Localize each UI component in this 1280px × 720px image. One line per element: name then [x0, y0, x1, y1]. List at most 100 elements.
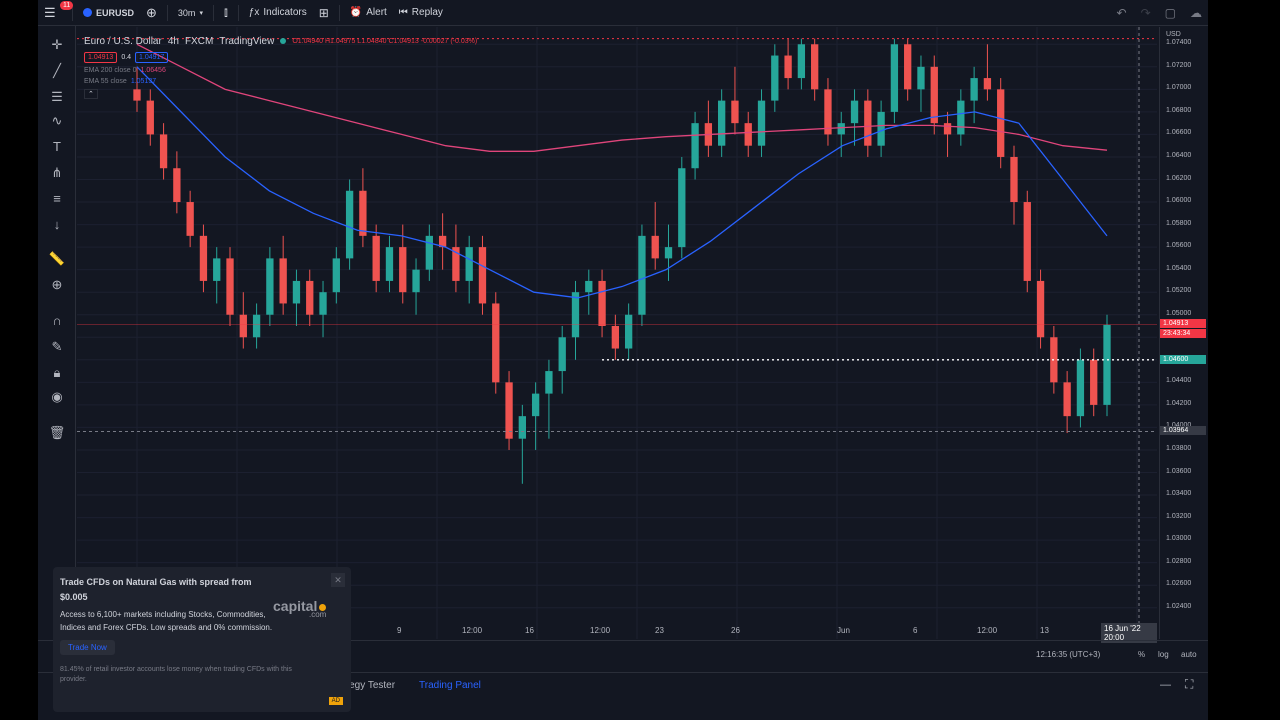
price-tick-label: 1.07400	[1166, 39, 1192, 47]
candle-body	[372, 235, 380, 281]
chart-type-button[interactable]: ⫾	[218, 0, 234, 26]
candle-body	[239, 314, 247, 338]
candle-body	[518, 416, 526, 439]
buy-button[interactable]: 1.04917	[135, 52, 169, 63]
candle-body	[890, 44, 899, 112]
price-tick-label: 1.02400	[1166, 602, 1192, 610]
candle-body	[664, 247, 673, 259]
lock-icon[interactable]: 🔒︎	[48, 364, 66, 382]
crosshair-price-tag: 1.03964	[1160, 426, 1206, 436]
divider	[212, 4, 214, 21]
candle-body	[505, 382, 513, 439]
spread-value: 0.4	[121, 54, 132, 61]
trash-icon[interactable]: 🗑︎	[48, 424, 66, 442]
candle-body	[292, 280, 301, 304]
alert-button[interactable]: ⏰ Alert	[344, 0, 393, 26]
redo-icon[interactable]: ↷	[1141, 6, 1151, 20]
candle-body	[957, 100, 965, 135]
brush-icon[interactable]: ∿	[48, 112, 66, 130]
candle-body	[266, 258, 274, 315]
indicators-label: Indicators	[263, 7, 307, 18]
candle-body	[279, 258, 287, 304]
maximize-icon[interactable]: ⛶	[1185, 677, 1193, 692]
log-toggle[interactable]: log	[1158, 650, 1169, 659]
promo-logo-suffix: .com	[309, 610, 327, 619]
replay-icon: ⏮	[398, 7, 408, 18]
cloud-icon[interactable]: ☁	[1190, 6, 1202, 20]
fullscreen-icon[interactable]: ▢	[1165, 6, 1176, 20]
candle-body	[186, 202, 194, 236]
price-tick-label: 1.06400	[1166, 151, 1192, 159]
magnet-icon[interactable]: ∩	[48, 312, 66, 330]
candle-body	[492, 303, 500, 383]
tab-trading-panel[interactable]: Trading Panel	[419, 680, 481, 691]
candle-body	[904, 44, 912, 90]
price-tick-label: 1.03000	[1166, 535, 1192, 543]
candle-body	[146, 100, 154, 135]
candles-icon: ⫾	[223, 5, 228, 19]
symbol-search[interactable]: EURUSD	[77, 0, 140, 26]
auto-toggle[interactable]: auto	[1181, 650, 1197, 659]
candle-body	[877, 111, 885, 146]
candle-body	[226, 258, 234, 315]
ohlc-values: O1.04940 H1.04975 L1.04840 C1.04913 -0.0…	[292, 37, 478, 45]
forecast-icon[interactable]: ≡	[48, 190, 66, 208]
layouts-button[interactable]: ⊞	[313, 0, 335, 26]
indicators-button[interactable]: ƒx Indicators	[243, 0, 313, 26]
divider	[237, 4, 239, 21]
collapse-legend-icon[interactable]: ⌃	[84, 89, 98, 99]
candle-body	[797, 44, 806, 79]
legend-exchange: FXCM	[184, 35, 214, 47]
drawing-toolbar: ✛ ╱ ☰ ∿ T ⋔ ≡ ↓ 📏 ⊕ ∩ ✎ 🔒︎ ◉ 🗑︎	[38, 26, 76, 646]
zoom-icon[interactable]: ⊕	[48, 276, 66, 294]
price-tick-label: 1.03400	[1166, 490, 1192, 498]
close-icon[interactable]: ✕	[331, 573, 345, 587]
interval-button[interactable]: 30m ▾	[172, 0, 209, 26]
price-tick-label: 1.05600	[1166, 242, 1192, 250]
trendline-icon[interactable]: ╱	[48, 62, 66, 80]
price-chart[interactable]	[77, 27, 1157, 639]
ema200-label: EMA 200 close 0	[84, 67, 137, 74]
time-tick-label: 12:00	[590, 626, 611, 635]
candle-body	[930, 66, 938, 124]
candle-countdown-tag: 23:43:34	[1160, 328, 1206, 338]
menu-button[interactable]: ☰ 11	[38, 0, 74, 26]
candle-body	[385, 247, 394, 281]
price-tick-label: 1.02800	[1166, 557, 1192, 565]
percent-toggle[interactable]: %	[1138, 650, 1145, 659]
candle-body	[837, 123, 845, 135]
candle-body	[771, 55, 779, 101]
text-icon[interactable]: T	[48, 138, 66, 156]
arrow-down-icon[interactable]: ↓	[48, 216, 66, 234]
fib-icon[interactable]: ☰	[48, 88, 66, 106]
ema55-value: 1.05137	[130, 78, 157, 85]
promo-cta-button[interactable]: Trade Now	[60, 640, 115, 655]
candle-body	[1063, 382, 1071, 417]
price-tick-label: 1.03200	[1166, 512, 1192, 520]
ema55-label: EMA 55 close	[84, 78, 127, 85]
candle-body	[1103, 324, 1111, 405]
price-tick-label: 1.07000	[1166, 84, 1192, 92]
candle-body	[943, 123, 952, 135]
promo-popup: Trade CFDs on Natural Gas with spread fr…	[53, 567, 351, 712]
undo-icon[interactable]: ↶	[1117, 6, 1127, 20]
clock: 12:16:35 (UTC+3)	[1036, 650, 1101, 659]
pencil-lock-icon[interactable]: ✎	[48, 338, 66, 356]
add-symbol-button[interactable]: ⊕	[140, 0, 163, 26]
candle-body	[784, 55, 792, 79]
candle-body	[651, 235, 659, 259]
pattern-icon[interactable]: ⋔	[48, 164, 66, 182]
replay-button[interactable]: ⏮ Replay	[393, 0, 449, 26]
sell-button[interactable]: 1.04913	[84, 52, 118, 63]
minimize-icon[interactable]: —	[1160, 679, 1171, 691]
candle-body	[598, 280, 606, 326]
price-axis[interactable]: USD 1.07400 1.07200 1.07000 1.06800 1.06600 1…	[1159, 27, 1208, 639]
candle-body	[332, 258, 340, 293]
candle-body	[545, 371, 553, 394]
crosshair-icon[interactable]: ✛	[48, 36, 66, 54]
candle-body	[213, 258, 221, 281]
eye-icon[interactable]: ◉	[48, 388, 66, 406]
ruler-icon[interactable]: 📏	[48, 250, 66, 268]
candle-body	[159, 134, 168, 169]
candle-body	[319, 292, 327, 315]
